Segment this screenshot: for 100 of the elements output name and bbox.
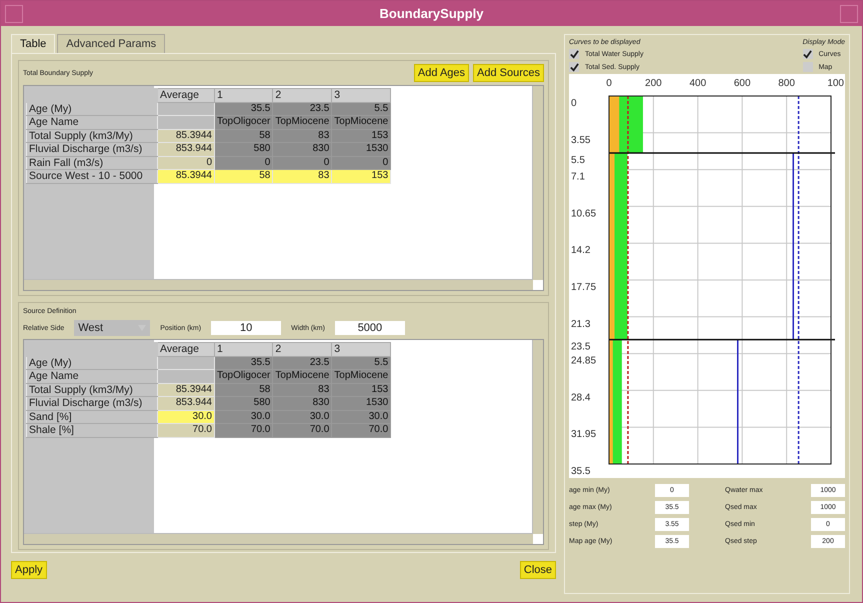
y-axis-label: 28.4 xyxy=(571,392,590,404)
column-header: Average xyxy=(158,342,214,356)
table-cell[interactable] xyxy=(158,356,214,370)
table-cell[interactable]: 23.5 xyxy=(272,356,332,370)
table-cell[interactable]: 853.944 xyxy=(158,142,214,156)
side-dropdown[interactable]: West xyxy=(74,320,150,336)
x-axis-label: 800 xyxy=(778,78,795,89)
table-cell[interactable]: 85.3944 xyxy=(158,383,214,396)
x-axis-label: 100 xyxy=(827,78,844,89)
table-cell[interactable]: 70.0 xyxy=(332,424,391,437)
table-cell[interactable]: 30.0 xyxy=(214,410,273,424)
apply-button[interactable]: Apply xyxy=(11,561,47,579)
column-header: 3 xyxy=(332,88,391,102)
table-cell[interactable]: 0 xyxy=(272,156,332,170)
y-axis-label: 21.3 xyxy=(571,318,590,330)
row-header: Age Name xyxy=(26,116,158,129)
table-cell[interactable]: TopMiocene xyxy=(272,370,332,383)
row-header: Age Name xyxy=(26,370,158,383)
column-header: 2 xyxy=(272,342,332,356)
add-button[interactable]: Add Sources xyxy=(473,64,544,82)
row-header: Sand [%] xyxy=(26,410,158,424)
close-button[interactable]: Close xyxy=(520,561,556,579)
row-header: Total Supply (km3/My) xyxy=(26,129,158,142)
table-cell[interactable]: 580 xyxy=(214,142,273,156)
add-button[interactable]: Add Ages xyxy=(414,64,470,82)
table-cell[interactable]: 0 xyxy=(332,156,391,170)
table-cell[interactable]: 35.5 xyxy=(214,102,273,116)
table-cell[interactable]: 58 xyxy=(214,170,273,183)
x-axis-label: 0 xyxy=(606,78,612,89)
y-axis-label: 10.65 xyxy=(571,208,596,220)
row-header: Fluvial Discharge (m3/s) xyxy=(26,396,158,410)
tab[interactable]: Table xyxy=(11,34,56,53)
table-cell[interactable]: 30.0 xyxy=(272,410,332,424)
table-cell[interactable]: TopMiocene xyxy=(332,116,391,129)
table-cell[interactable]: 23.5 xyxy=(272,102,332,116)
table-cell[interactable]: 35.5 xyxy=(214,356,273,370)
table-cell[interactable] xyxy=(158,102,214,116)
table-cell[interactable]: 85.3944 xyxy=(158,129,214,142)
table-cell[interactable]: 83 xyxy=(272,129,332,142)
table-cell[interactable]: 153 xyxy=(332,170,391,183)
table-cell[interactable]: TopOligocer xyxy=(214,370,273,383)
table-cell[interactable]: TopOligocer xyxy=(214,116,273,129)
y-axis-label: 35.5 xyxy=(571,466,590,477)
table-cell[interactable]: 83 xyxy=(272,170,332,183)
table-cell[interactable]: 853.944 xyxy=(158,396,214,410)
table-cell[interactable]: 153 xyxy=(332,129,391,142)
table-cell[interactable]: 58 xyxy=(214,383,273,396)
row-header: Total Supply (km3/My) xyxy=(26,383,158,396)
table-cell[interactable]: 830 xyxy=(272,396,332,410)
table-cell[interactable]: 70.0 xyxy=(158,424,214,437)
vertical-scrollbar[interactable] xyxy=(532,86,543,280)
table-cell[interactable]: 0 xyxy=(158,156,214,170)
checkbox[interactable] xyxy=(569,49,579,59)
y-axis-label: 23.5 xyxy=(571,342,590,353)
window-menu-button[interactable] xyxy=(5,4,23,22)
table-cell[interactable]: 1530 xyxy=(332,396,391,410)
row-header: Fluvial Discharge (m3/s) xyxy=(26,142,158,156)
y-axis-label: 0 xyxy=(571,98,577,109)
table-cell[interactable]: 85.3944 xyxy=(158,170,214,183)
tab[interactable]: Advanced Params xyxy=(57,34,166,53)
table-cell[interactable]: TopMiocene xyxy=(332,370,391,383)
table-cell[interactable]: TopMiocene xyxy=(272,116,332,129)
row-header: Age (My) xyxy=(26,102,158,116)
y-axis-label: 24.85 xyxy=(571,356,596,367)
table-cell[interactable]: 70.0 xyxy=(214,424,273,437)
row-header: Shale [%] xyxy=(26,424,158,437)
table-cell[interactable]: 83 xyxy=(272,383,332,396)
y-axis-label: 31.95 xyxy=(571,429,596,440)
horizontal-scrollbar[interactable] xyxy=(24,279,533,290)
table-cell[interactable]: 58 xyxy=(214,129,273,142)
checkbox[interactable] xyxy=(569,62,579,72)
table-cell[interactable] xyxy=(158,370,214,383)
horizontal-scrollbar[interactable] xyxy=(24,533,533,544)
input-field[interactable]: 10 xyxy=(211,321,282,335)
input-field[interactable]: 5000 xyxy=(334,321,405,335)
table-cell[interactable] xyxy=(158,116,214,129)
table-cell[interactable]: 0 xyxy=(214,156,273,170)
x-axis-label: 600 xyxy=(734,78,751,89)
y-axis-label: 14.2 xyxy=(571,245,590,256)
vertical-scrollbar[interactable] xyxy=(532,340,543,534)
window-title: BoundarySupply xyxy=(379,6,484,21)
checkbox[interactable] xyxy=(802,49,813,59)
row-header: Source West - 10 - 5000 xyxy=(26,170,158,183)
column-header: 1 xyxy=(214,88,273,102)
checkbox[interactable] xyxy=(802,62,813,72)
row-header: Rain Fall (m3/s) xyxy=(26,156,158,170)
table-cell[interactable]: 1530 xyxy=(332,142,391,156)
table-cell[interactable]: 70.0 xyxy=(272,424,332,437)
table-cell[interactable]: 30.0 xyxy=(158,410,214,424)
table-cell[interactable]: 830 xyxy=(272,142,332,156)
table-cell[interactable]: 5.5 xyxy=(332,102,391,116)
table-cell[interactable]: 153 xyxy=(332,383,391,396)
row-header: Age (My) xyxy=(26,356,158,370)
x-axis-label: 400 xyxy=(689,78,706,89)
table-cell[interactable]: 580 xyxy=(214,396,273,410)
window-button[interactable] xyxy=(840,4,858,22)
table-cell[interactable]: 5.5 xyxy=(332,356,391,370)
y-axis-label: 7.1 xyxy=(571,172,585,183)
table-cell[interactable]: 30.0 xyxy=(332,410,391,424)
y-axis-label: 5.5 xyxy=(571,155,585,166)
